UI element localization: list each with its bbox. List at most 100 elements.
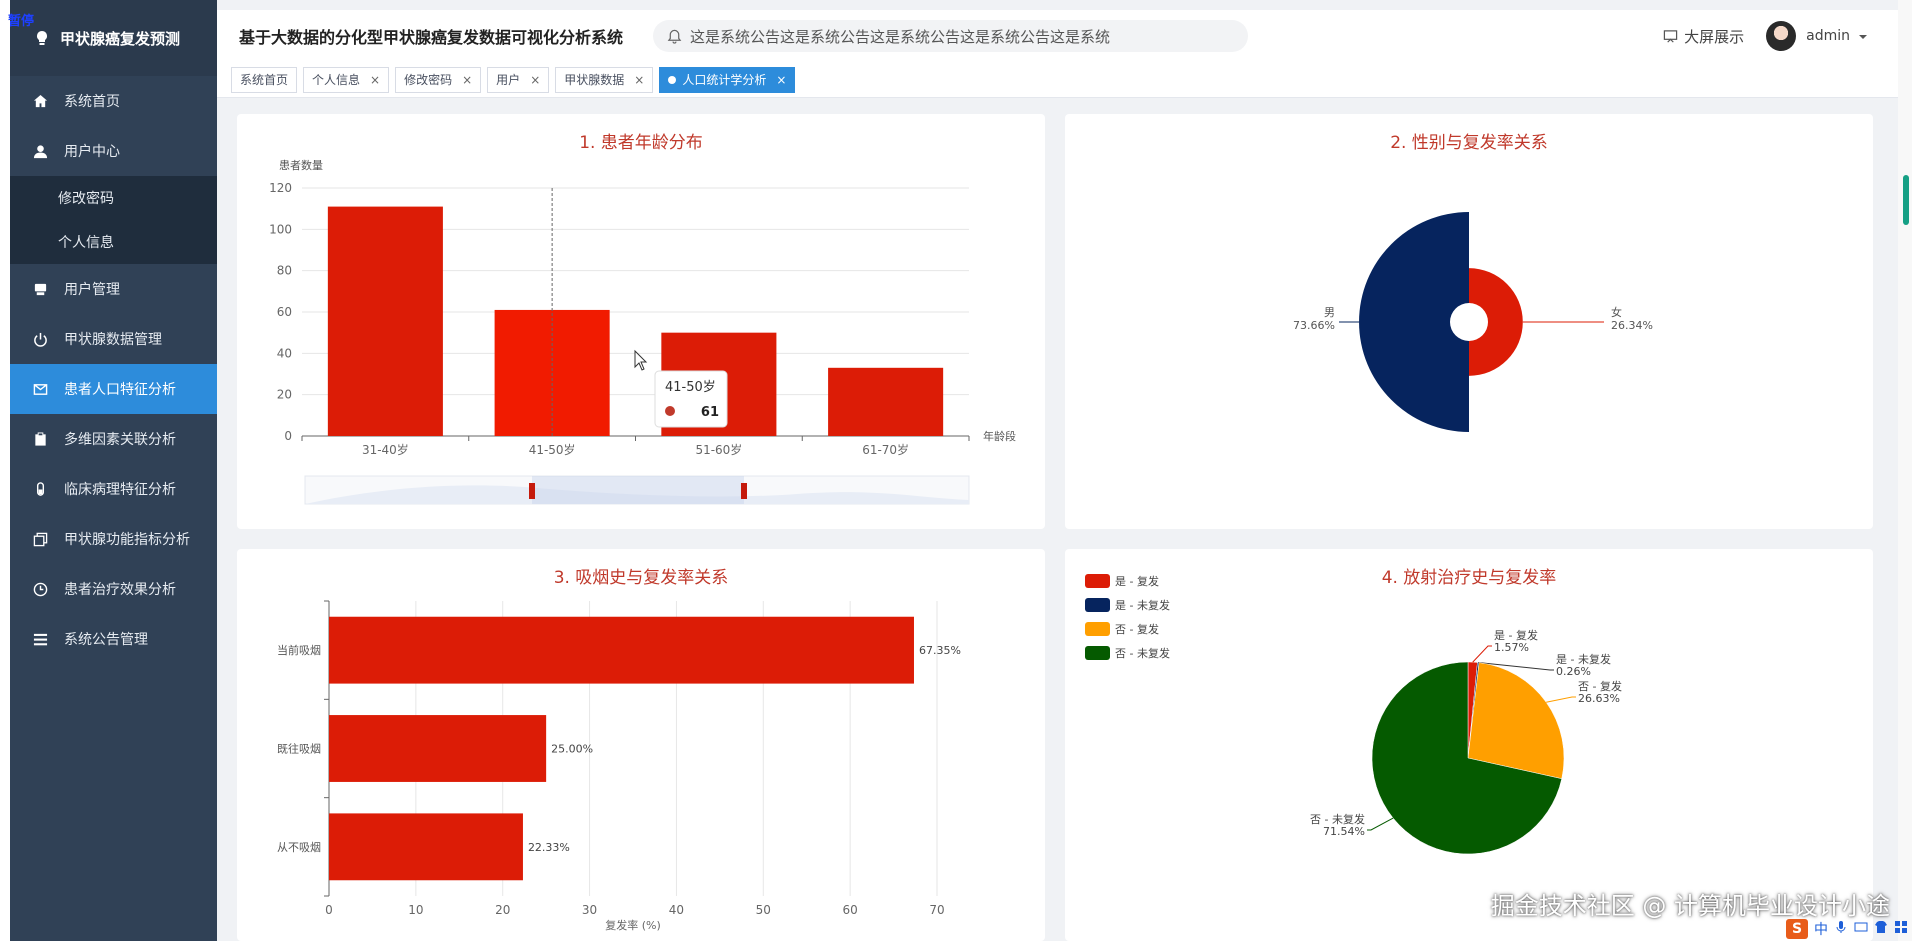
tag-thyroid-data[interactable]: 甲状腺数据 × [555, 66, 654, 93]
tag-label: 个人信息 [312, 73, 361, 87]
close-icon[interactable]: × [370, 73, 380, 87]
sidebar: 暂停 甲状腺癌复发预测 系统首页 用户中心 修改密码 个人信息 用户管理 甲状腺… [8, 0, 217, 941]
keyboard-icon[interactable] [1854, 920, 1868, 938]
x-tick-label: 0 [325, 903, 333, 917]
close-icon[interactable]: × [462, 73, 472, 87]
window-scrollbar[interactable] [1898, 0, 1912, 941]
smoking-bar-chart: 0 10 20 30 40 50 60 70 当前吸烟 67.35% 既往吸烟 25.00% 从不吸烟 2… [277, 600, 961, 932]
y-tick-label: 40 [277, 346, 292, 360]
bar [329, 813, 523, 881]
clipboard-icon [32, 431, 48, 447]
mic-icon[interactable] [1834, 920, 1848, 938]
bar-value-label: 22.33% [528, 841, 570, 854]
sidebar-item-user-management[interactable]: 用户管理 [10, 264, 217, 314]
sidebar-subitem-profile[interactable]: 个人信息 [10, 220, 217, 264]
sidebar-item-label: 多维因素关联分析 [64, 432, 176, 448]
slice-value-label: 1.57% [1494, 641, 1529, 654]
close-icon[interactable]: × [530, 73, 540, 87]
close-icon[interactable]: × [634, 73, 644, 87]
sidebar-subitem-change-password[interactable]: 修改密码 [10, 176, 217, 220]
ime-toolbar[interactable]: S 中 [1786, 918, 1908, 940]
tag-home[interactable]: 系统首页 [231, 66, 298, 93]
sidebar-item-user-center[interactable]: 用户中心 [10, 126, 217, 176]
x-tick-label: 60 [843, 903, 858, 917]
bigscreen-button[interactable]: 大屏展示 [1663, 26, 1744, 47]
page-title: 基于大数据的分化型甲状腺癌复发数据可视化分析系统 [239, 28, 624, 47]
gender-rose-chart: 女26.34% 男73.66% [1293, 212, 1653, 432]
bell-icon [667, 29, 682, 44]
sidebar-item-label: 甲状腺数据管理 [64, 332, 162, 348]
legend-label: 是 - 未复发 [1115, 598, 1170, 612]
slice-name-label: 是 - 未复发 [1556, 652, 1611, 666]
user-name[interactable]: admin [1806, 28, 1850, 44]
bigscreen-label: 大屏展示 [1684, 27, 1745, 46]
legend-label: 否 - 复发 [1115, 622, 1159, 636]
sidebar-item-clinical[interactable]: 临床病理特征分析 [10, 464, 217, 514]
brand-text: 甲状腺癌复发预测 [60, 29, 181, 48]
slice-value-label: 71.54% [1323, 825, 1365, 838]
legend-swatch [1085, 622, 1110, 636]
sidebar-brand: 暂停 甲状腺癌复发预测 [8, 0, 217, 76]
sidebar-item-label: 临床病理特征分析 [64, 482, 176, 498]
sidebar-item-notice-management[interactable]: 系统公告管理 [10, 614, 217, 664]
shirt-icon[interactable] [1874, 920, 1888, 938]
ime-logo-icon: S [1786, 919, 1808, 939]
chart-card-radiation: 4. 放射治疗史与复发率 是 - 复发是 - 未复发否 - 复发否 - 未复发是… [1065, 549, 1873, 941]
sidebar-item-label: 患者治疗效果分析 [64, 582, 176, 598]
slice-name-label: 否 - 复发 [1578, 679, 1622, 693]
notice-bar[interactable]: 这是系统公告这是系统公告这是系统公告这是系统公告这是系统 [653, 20, 1249, 52]
close-icon[interactable]: × [776, 73, 786, 87]
watermark: 掘金技术社区 @ 计算机毕业设计小途 [1490, 892, 1890, 920]
label-leader-line [1546, 696, 1576, 703]
chart-card-gender: 2. 性别与复发率关系 女 26.34% 男 73.66% [1065, 114, 1873, 529]
sidebar-item-home[interactable]: 系统首页 [10, 76, 217, 126]
y-tick-label: 60 [277, 305, 292, 319]
ime-lang[interactable]: 中 [1814, 919, 1828, 939]
mail-icon [32, 381, 48, 397]
x-tick-label: 70 [929, 903, 944, 917]
sidebar-item-thyroid-function[interactable]: 甲状腺功能指标分析 [10, 514, 217, 564]
grid-icon[interactable] [1894, 920, 1908, 938]
tooltip-marker [665, 406, 675, 416]
bar-value-label: 25.00% [551, 743, 593, 756]
screen-icon [1663, 29, 1678, 44]
y-axis-title: 患者数量 [279, 159, 323, 172]
sidebar-item-demographics[interactable]: 患者人口特征分析 [10, 364, 217, 414]
sidebar-item-label: 系统公告管理 [64, 632, 148, 648]
pause-label[interactable]: 暂停 [8, 10, 34, 29]
sidebar-item-label: 系统首页 [64, 94, 120, 110]
tag-label: 甲状腺数据 [564, 73, 625, 87]
user-center-submenu: 修改密码 个人信息 [10, 176, 217, 264]
users-manage-icon [32, 281, 48, 297]
sidebar-item-label: 用户管理 [64, 282, 120, 298]
mouse-cursor-icon [634, 349, 648, 371]
slice-value-label: 26.63% [1578, 692, 1620, 705]
tooltip-value: 61 [701, 405, 719, 420]
y-tick-label: 100 [269, 222, 292, 236]
screen-edge [0, 0, 10, 941]
slice-name-label: 否 - 未复发 [1310, 812, 1365, 826]
legend-label: 否 - 未复发 [1115, 646, 1170, 660]
tag-demographics[interactable]: 人口统计学分析 × [659, 66, 796, 93]
vial-icon [32, 481, 48, 497]
active-dot [668, 75, 677, 84]
y-tick-label: 从不吸烟 [277, 840, 321, 854]
sidebar-item-treatment[interactable]: 患者治疗效果分析 [10, 564, 217, 614]
clock-icon [32, 581, 48, 597]
tag-profile[interactable]: 个人信息 × [303, 66, 390, 93]
scroll-thumb[interactable] [1903, 175, 1909, 225]
header-right: 大屏展示 admin [1663, 10, 1868, 62]
caret-down-icon[interactable] [1858, 27, 1868, 46]
sidebar-item-label: 甲状腺功能指标分析 [64, 532, 190, 548]
sidebar-item-thyroid-data[interactable]: 甲状腺数据管理 [10, 314, 217, 364]
user-icon [32, 143, 48, 159]
slice-name-label: 女 [1611, 305, 1622, 319]
y-tick-label: 当前吸烟 [277, 643, 321, 657]
slice-value-label: 73.66% [1293, 319, 1335, 332]
tag-change-password[interactable]: 修改密码 × [395, 66, 482, 93]
legend-swatch [1085, 646, 1110, 660]
avatar[interactable] [1766, 21, 1797, 51]
tag-user[interactable]: 用户 × [487, 66, 550, 93]
sidebar-item-multifactor[interactable]: 多维因素关联分析 [10, 414, 217, 464]
sidebar-item-label: 用户中心 [64, 144, 120, 160]
